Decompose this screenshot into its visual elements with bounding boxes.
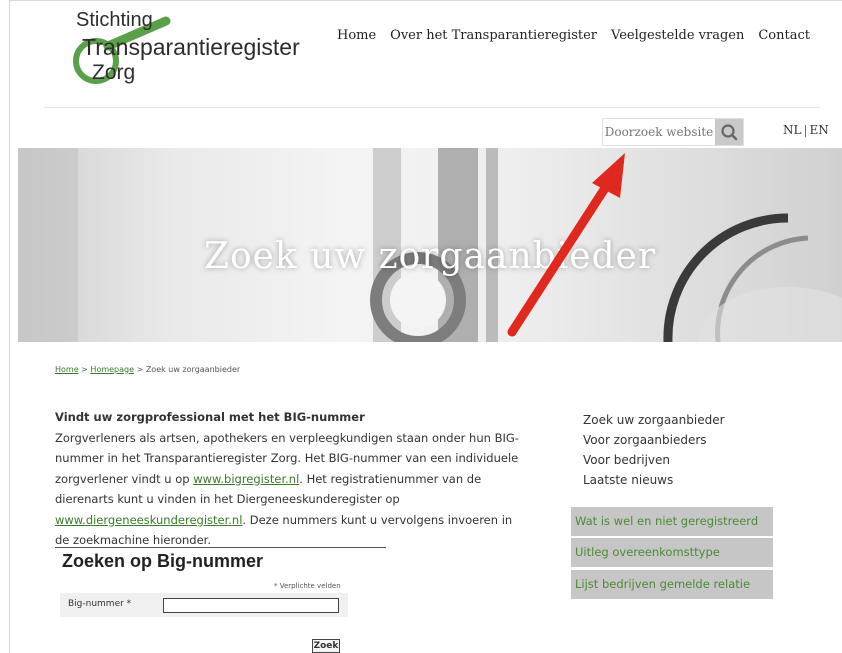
big-number-input[interactable] (163, 598, 339, 613)
search-icon (721, 124, 738, 141)
header-divider (44, 107, 820, 108)
main-content: Vindt uw zorgprofessional met het BIG-nu… (55, 407, 525, 551)
required-fields-note: * Verplichte velden (274, 582, 341, 590)
sidebar-link-zoek[interactable]: Zoek uw zorgaanbieder (583, 410, 725, 430)
big-search-title: Zoeken op Big-nummer (62, 551, 264, 571)
breadcrumb: Home > Homepage > Zoek uw zorgaanbieder (55, 365, 240, 374)
nav-over[interactable]: Over het Transparantieregister (390, 28, 597, 43)
breadcrumb-homepage[interactable]: Homepage (90, 365, 134, 374)
site-logo[interactable]: Stichting Transparantieregister Zorg (70, 8, 300, 90)
main-nav: Home Over het Transparantieregister Veel… (337, 28, 810, 43)
sidebar-link-zorgaanbieders[interactable]: Voor zorgaanbieders (583, 430, 725, 450)
hero-banner: Zoek uw zorgaanbieder (18, 148, 842, 342)
logo-line-3: Zorg (92, 61, 136, 84)
content-paragraph: Zorgverleners als artsen, apothekers en … (55, 428, 525, 551)
site-search-input[interactable] (603, 119, 715, 145)
sidebar-button-gemelde-relatie[interactable]: Lijst bedrijven gemelde relatie (571, 570, 773, 599)
language-switch: NL | EN (783, 123, 829, 137)
big-search-divider (55, 547, 386, 548)
big-number-label: Big-nummer * (68, 599, 132, 609)
logo-line-2: Transparantieregister (82, 34, 300, 60)
sidebar-button-overeenkomsttype[interactable]: Uitleg overeenkomsttype (571, 538, 773, 567)
content-heading: Vindt uw zorgprofessional met het BIG-nu… (55, 410, 365, 424)
breadcrumb-current: Zoek uw zorgaanbieder (145, 365, 241, 374)
diergeneeskunderegister-link[interactable]: www.diergeneeskunderegister.nl (55, 513, 242, 527)
nav-home[interactable]: Home (337, 28, 376, 43)
site-search (602, 118, 744, 146)
logo-line-1: Stichting (76, 9, 153, 31)
sidebar-link-bedrijven[interactable]: Voor bedrijven (583, 450, 725, 470)
breadcrumb-home[interactable]: Home (55, 365, 79, 374)
nav-faq[interactable]: Veelgestelde vragen (611, 28, 744, 43)
bigregister-link[interactable]: www.bigregister.nl (193, 472, 299, 486)
lang-en[interactable]: EN (810, 123, 829, 137)
nav-contact[interactable]: Contact (758, 28, 810, 43)
breadcrumb-sep: > (78, 365, 91, 374)
hero-title: Zoek uw zorgaanbieder (203, 236, 657, 277)
sidebar-button-geregistreerd[interactable]: Wat is wel en niet geregistreerd (571, 507, 773, 536)
lang-nl[interactable]: NL (783, 123, 801, 137)
breadcrumb-sep: > (134, 365, 146, 374)
sidebar-link-nieuws[interactable]: Laatste nieuws (583, 470, 725, 490)
site-search-button[interactable] (715, 119, 743, 145)
zoek-button[interactable]: Zoek (312, 639, 340, 653)
sidebar-links: Zoek uw zorgaanbieder Voor zorgaanbieder… (583, 410, 725, 490)
